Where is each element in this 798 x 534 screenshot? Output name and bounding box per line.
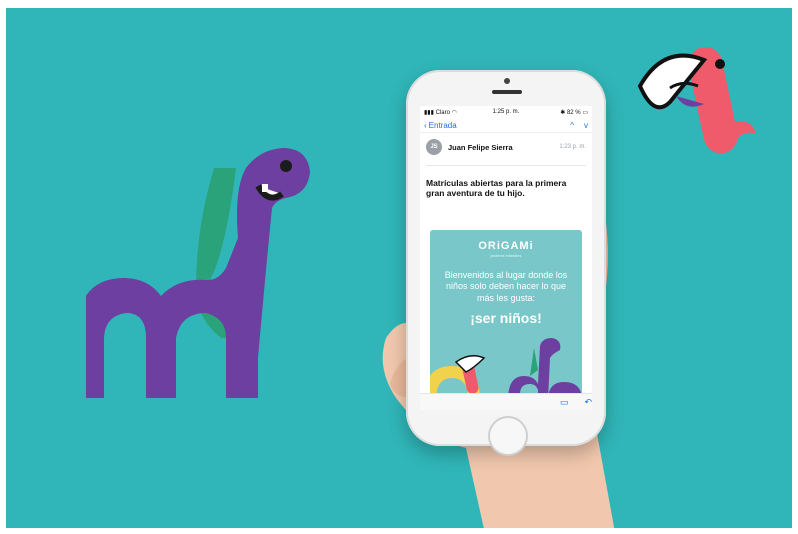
email-banner: ORiGAMi jardines infantiles Bienvenidos …: [430, 230, 582, 400]
avatar: JS: [426, 139, 442, 155]
brand-logo: ORiGAMi: [478, 240, 534, 252]
back-label: Entrada: [428, 120, 457, 130]
pink-bird-illustration: [637, 47, 756, 154]
mail-toolbar: ▭ ↶: [420, 393, 592, 410]
earpiece-speaker: [492, 90, 522, 94]
front-camera: [504, 78, 510, 84]
marketing-scene: ▮▮▮ Claro ◠ 1:25 p. m. ✱ 82 % ▭ ‹ Entrad…: [6, 8, 792, 528]
chevron-up-icon[interactable]: ^: [570, 121, 574, 130]
back-button[interactable]: ‹ Entrada: [424, 121, 457, 130]
status-bar: ▮▮▮ Claro ◠ 1:25 p. m. ✱ 82 % ▭: [420, 106, 592, 118]
sender-name: Juan Felipe Sierra: [448, 142, 513, 152]
headline-text: ¡ser niños!: [470, 309, 542, 326]
chevron-down-icon[interactable]: v: [584, 121, 588, 130]
email-subject: Matrículas abiertas para la primera gran…: [426, 178, 567, 199]
phone-screen: ▮▮▮ Claro ◠ 1:25 p. m. ✱ 82 % ▭ ‹ Entrad…: [420, 106, 592, 410]
message-navigation: ^ v: [570, 121, 588, 130]
mail-navbar: ‹ Entrada ^ v: [420, 118, 592, 133]
archive-icon[interactable]: ▭: [560, 397, 569, 408]
status-time: 1:25 p. m.: [492, 109, 520, 115]
brand-tagline: jardines infantiles: [490, 253, 522, 258]
chevron-left-icon: ‹: [424, 120, 427, 130]
home-button[interactable]: [488, 416, 528, 456]
smartphone: ▮▮▮ Claro ◠ 1:25 p. m. ✱ 82 % ▭ ‹ Entrad…: [406, 70, 606, 456]
purple-dino-illustration: [86, 148, 310, 398]
welcome-text: Bienvenidos al lugar donde los niños sol…: [444, 270, 568, 303]
sender-row[interactable]: JS Juan Felipe Sierra 1:23 p. m.: [420, 133, 592, 159]
reply-icon[interactable]: ↶: [584, 397, 592, 408]
email-time: 1:23 p. m.: [559, 144, 586, 150]
banner-characters-illustration: [430, 338, 582, 400]
